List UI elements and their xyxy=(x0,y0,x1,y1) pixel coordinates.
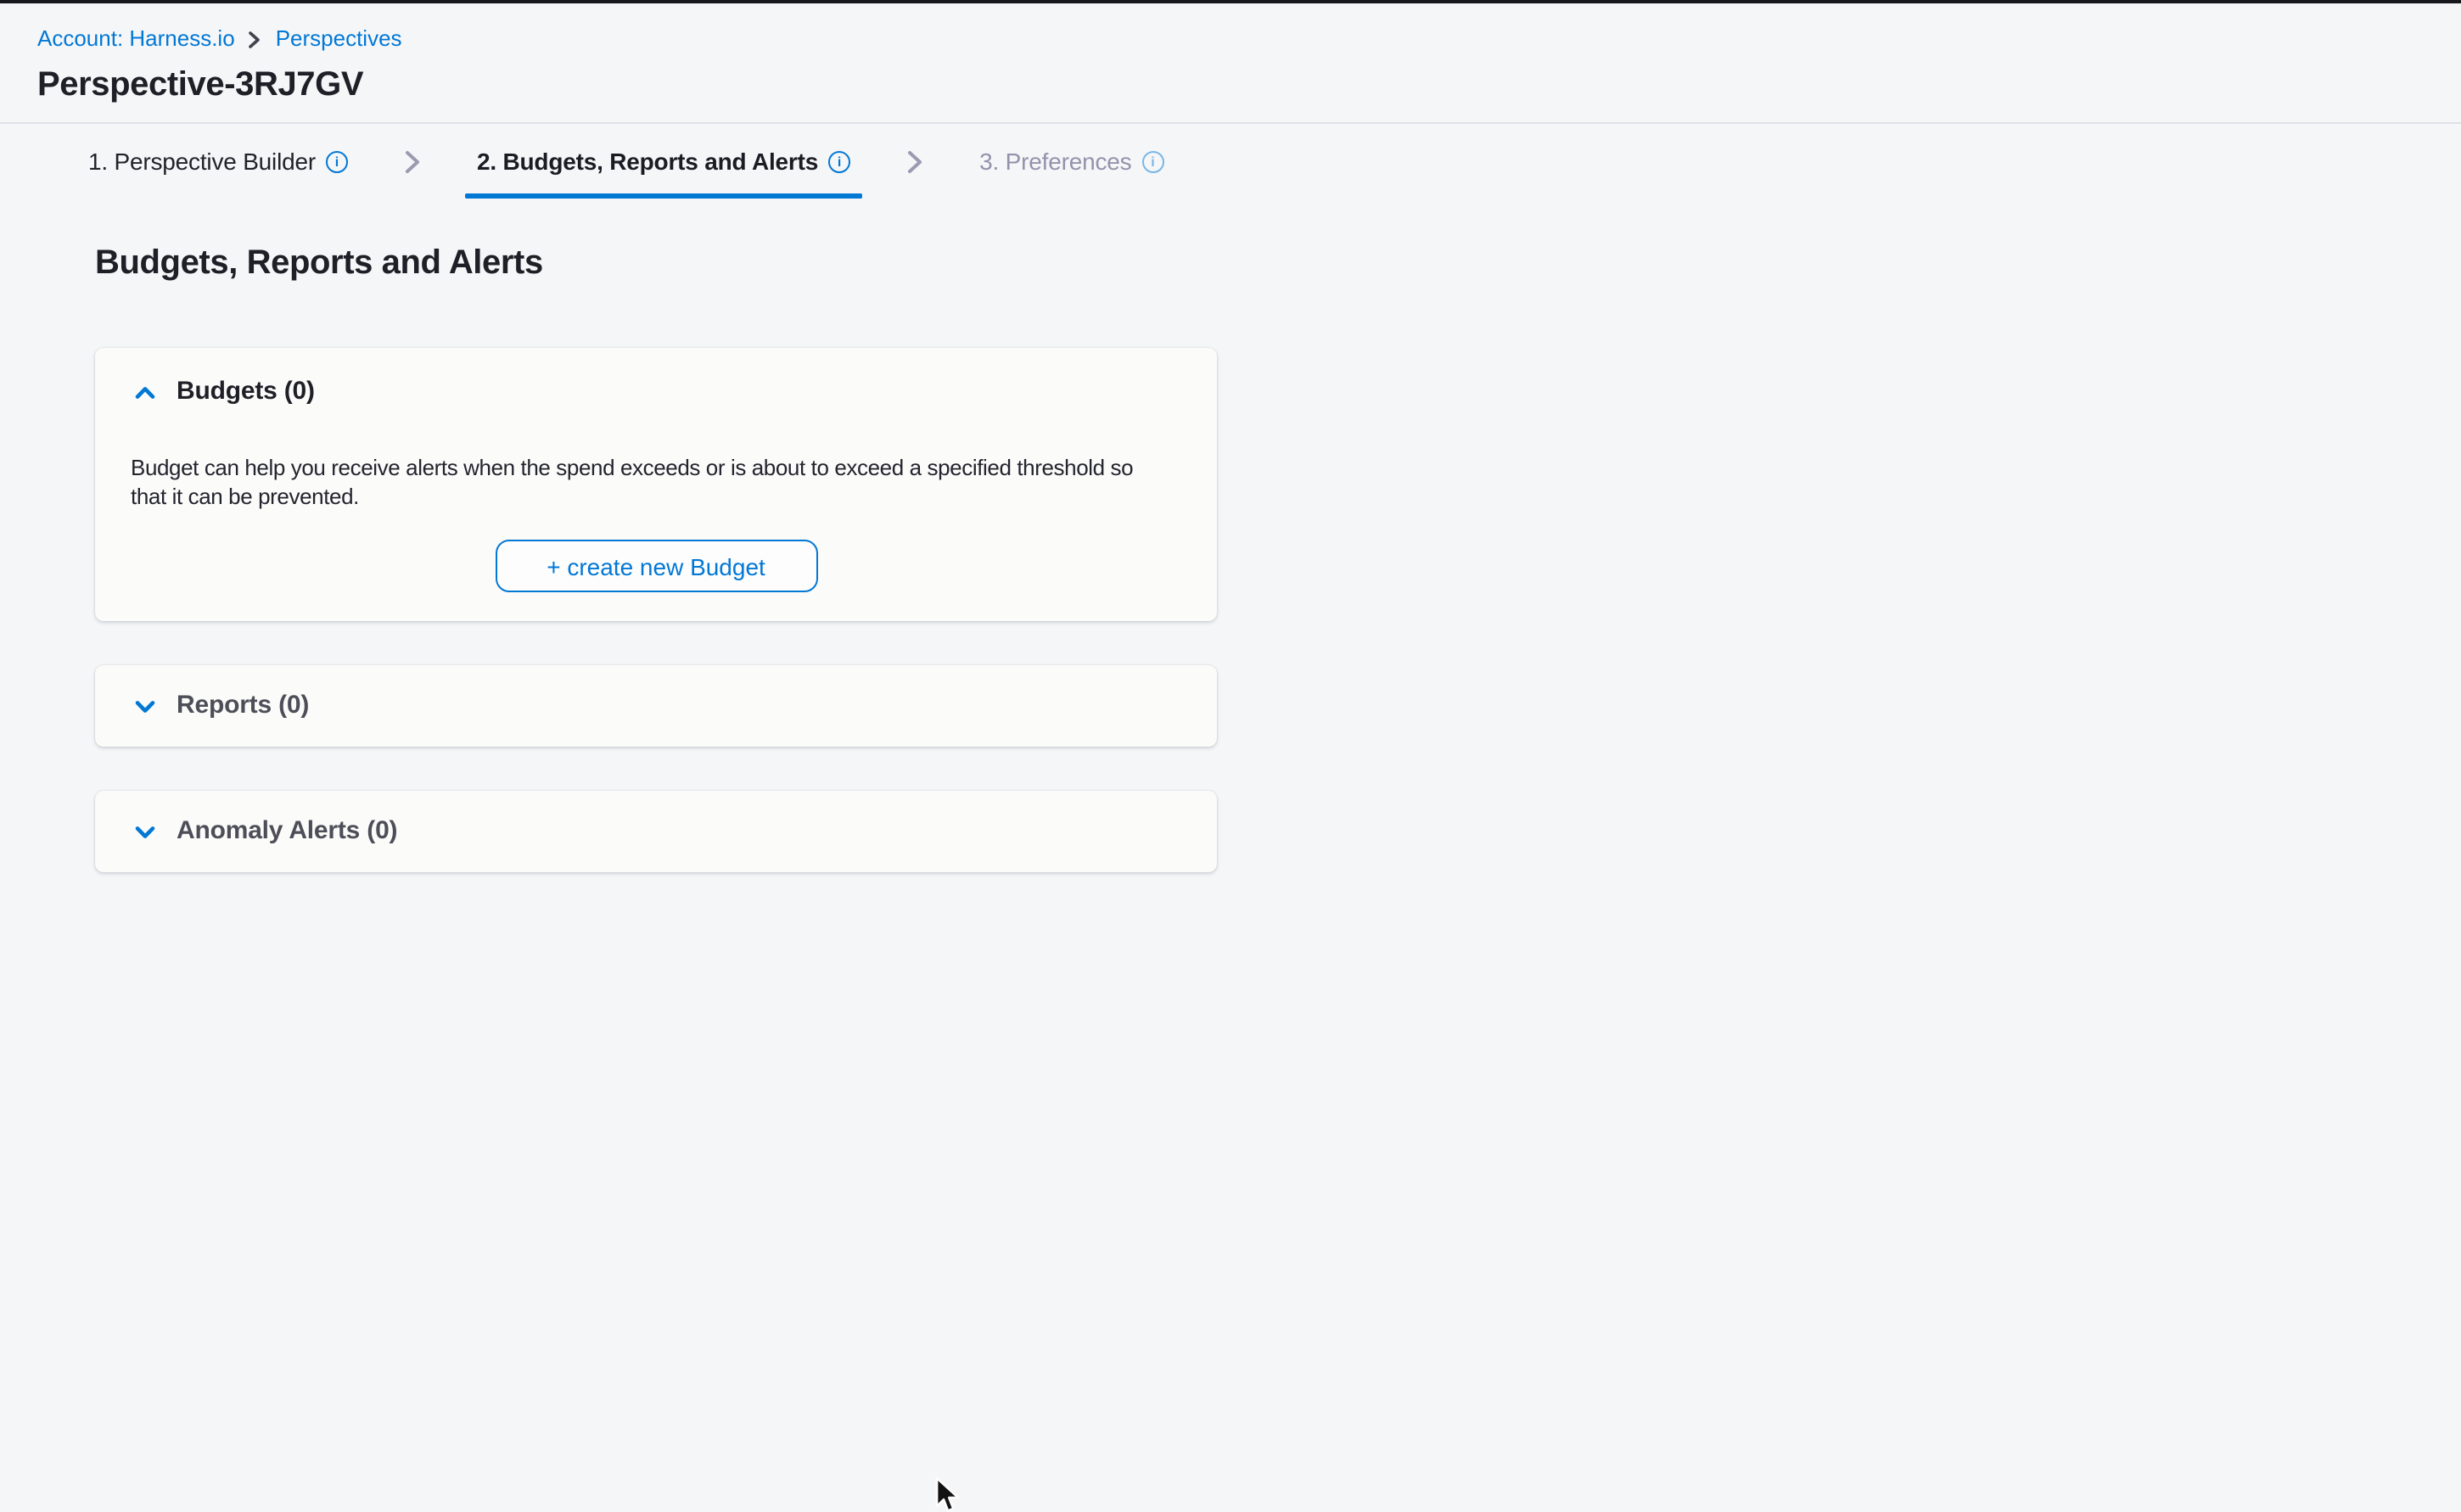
info-icon[interactable] xyxy=(1141,150,1163,172)
section-heading: Budgets, Reports and Alerts xyxy=(95,243,2461,283)
chevron-down-icon xyxy=(134,824,156,839)
tab-budgets-reports-alerts-label: 2. Budgets, Reports and Alerts xyxy=(477,148,818,175)
page-header: Account: Harness.io Perspectives Perspec… xyxy=(0,0,2461,124)
main-content: Budgets, Reports and Alerts Budgets (0) … xyxy=(0,243,2461,872)
breadcrumb-account-link[interactable]: Account: Harness.io xyxy=(37,25,235,53)
mouse-cursor-icon xyxy=(935,1476,962,1512)
tab-preferences-label: 3. Preferences xyxy=(979,148,1131,175)
reports-panel: Reports (0) xyxy=(95,665,1217,747)
breadcrumb-chevron-icon xyxy=(249,31,262,49)
tab-perspective-builder[interactable]: 1. Perspective Builder xyxy=(76,124,360,199)
chevron-down-icon xyxy=(134,698,156,714)
app-window: Account: Harness.io Perspectives Perspec… xyxy=(0,0,2461,1512)
breadcrumb-perspectives-link[interactable]: Perspectives xyxy=(276,25,402,53)
reports-panel-title: Reports (0) xyxy=(177,689,309,723)
page-title: Perspective-3RJ7GV xyxy=(37,64,2461,105)
tab-preferences[interactable]: 3. Preferences xyxy=(967,124,1175,199)
budgets-panel: Budgets (0) Budget can help you receive … xyxy=(95,348,1217,621)
wizard-stepper: 1. Perspective Builder 2. Budgets, Repor… xyxy=(0,124,2461,199)
window-top-edge xyxy=(0,0,2461,3)
stepper-chevron-icon xyxy=(906,148,923,174)
stepper-chevron-icon xyxy=(404,148,421,174)
budgets-description: Budget can help you receive alerts when … xyxy=(131,453,1217,511)
anomaly-alerts-accordion-toggle[interactable]: Anomaly Alerts (0) xyxy=(95,815,1217,848)
tab-budgets-reports-alerts[interactable]: 2. Budgets, Reports and Alerts xyxy=(465,124,862,199)
chevron-up-icon xyxy=(134,384,156,400)
budgets-panel-title: Budgets (0) xyxy=(177,375,315,409)
tab-perspective-builder-label: 1. Perspective Builder xyxy=(88,148,316,175)
anomaly-alerts-panel: Anomaly Alerts (0) xyxy=(95,791,1217,872)
breadcrumb: Account: Harness.io Perspectives xyxy=(37,25,2461,53)
info-icon[interactable] xyxy=(828,150,850,172)
anomaly-alerts-panel-title: Anomaly Alerts (0) xyxy=(177,815,397,848)
budgets-accordion-toggle[interactable]: Budgets (0) xyxy=(95,375,1217,409)
info-icon[interactable] xyxy=(326,150,348,172)
reports-accordion-toggle[interactable]: Reports (0) xyxy=(95,689,1217,723)
create-new-budget-button[interactable]: + create new Budget xyxy=(495,540,817,592)
